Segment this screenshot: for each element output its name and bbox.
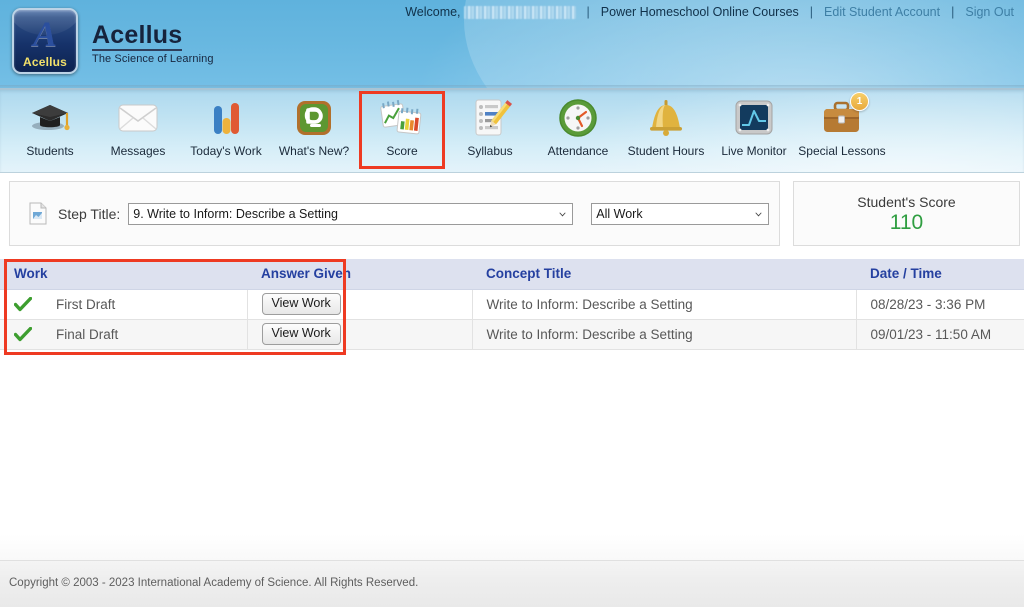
cell-work: Final Draft bbox=[0, 319, 247, 350]
content-area: Step Title: 9. Write to Inform: Describe… bbox=[0, 173, 1024, 355]
clock-icon bbox=[555, 95, 601, 141]
nav-item-score[interactable]: Score bbox=[358, 90, 446, 172]
work-name: Final Draft bbox=[56, 326, 119, 342]
cell-date-time: 09/01/23 - 11:50 AM bbox=[855, 319, 1024, 350]
work-cell-inner: Final Draft bbox=[0, 326, 247, 342]
work-table-body: First Draft View Work Write to Inform: D… bbox=[0, 289, 1024, 350]
step-title-select-shell: 9. Write to Inform: Describe a Setting bbox=[128, 202, 574, 225]
page-root: A Acellus Acellus The Science of Learnin… bbox=[0, 0, 1024, 607]
acellus-logo[interactable]: A Acellus Acellus The Science of Learnin… bbox=[12, 8, 214, 74]
work-name: First Draft bbox=[56, 296, 116, 312]
score-charts-icon bbox=[379, 95, 425, 141]
work-filter-select[interactable]: All Work bbox=[591, 202, 770, 225]
monitor-graph-icon bbox=[731, 95, 777, 141]
work-table-wrapper: Work Answer Given Concept Title Date / T… bbox=[0, 259, 1024, 355]
view-work-button[interactable]: View Work bbox=[261, 293, 341, 315]
link-power-homeschool-online-courses[interactable]: Power Homeschool Online Courses bbox=[601, 5, 799, 19]
work-table: Work Answer Given Concept Title Date / T… bbox=[0, 259, 1024, 350]
student-score-value: 110 bbox=[889, 210, 924, 234]
student-score-card: Student's Score 110 bbox=[793, 181, 1020, 246]
nav-label: Today's Work bbox=[190, 144, 262, 158]
column-header-work[interactable]: Work bbox=[0, 259, 247, 290]
top-nav-links: Welcome, | Power Homeschool Online Cours… bbox=[405, 5, 1014, 19]
column-header-concept-title[interactable]: Concept Title bbox=[472, 259, 856, 290]
nav-item-todays-work[interactable]: Today's Work bbox=[182, 90, 270, 172]
column-header-answer-given[interactable]: Answer Given bbox=[247, 259, 472, 290]
work-filter-select-shell: All Work bbox=[591, 202, 770, 225]
special-lessons-badge: 1 bbox=[850, 92, 869, 111]
work-table-head: Work Answer Given Concept Title Date / T… bbox=[0, 259, 1024, 290]
document-icon bbox=[28, 202, 48, 225]
welcome-prefix: Welcome, bbox=[405, 5, 461, 19]
welcome-student-name-redacted bbox=[463, 5, 576, 19]
logo-title: Acellus bbox=[92, 20, 183, 51]
nav-label: Syllabus bbox=[467, 144, 513, 158]
site-header: A Acellus Acellus The Science of Learnin… bbox=[0, 0, 1024, 90]
nav-label: Score bbox=[386, 144, 418, 158]
nav-label: Attendance bbox=[547, 144, 609, 158]
nav-item-whats-new[interactable]: What's New? bbox=[270, 90, 358, 172]
cell-work: First Draft bbox=[0, 289, 247, 320]
cell-answer-given: View Work bbox=[246, 319, 472, 350]
logo-badge-word: Acellus bbox=[22, 55, 68, 69]
link-separator: | bbox=[809, 5, 814, 19]
nav-label: Messages bbox=[110, 144, 166, 158]
logo-text-block: Acellus The Science of Learning bbox=[92, 18, 214, 65]
nav-label: Live Monitor bbox=[721, 144, 787, 158]
link-sign-out[interactable]: Sign Out bbox=[965, 5, 1014, 19]
cell-answer-given: View Work bbox=[246, 289, 472, 320]
table-row: Final Draft View Work Write to Inform: D… bbox=[0, 319, 1024, 350]
view-work-button[interactable]: View Work bbox=[261, 323, 341, 345]
cell-concept-title: Write to Inform: Describe a Setting bbox=[471, 289, 856, 320]
step-title-panel: Step Title: 9. Write to Inform: Describe… bbox=[9, 181, 780, 246]
nav-item-live-monitor[interactable]: Live Monitor bbox=[710, 90, 798, 172]
copyright-text: Copyright © 2003 - 2023 International Ac… bbox=[9, 577, 419, 589]
nav-item-special-lessons[interactable]: 1 Special Lessons bbox=[798, 90, 886, 172]
nav-label: Student Hours bbox=[627, 144, 705, 158]
nav-item-syllabus[interactable]: Syllabus bbox=[446, 90, 534, 172]
link-edit-student-account[interactable]: Edit Student Account bbox=[824, 5, 940, 19]
column-header-date-time[interactable]: Date / Time bbox=[856, 259, 1024, 290]
nav-item-student-hours[interactable]: Student Hours bbox=[622, 90, 710, 172]
nav-label: What's New? bbox=[278, 144, 350, 158]
green-check-icon bbox=[14, 326, 40, 342]
logo-badge-letter: A bbox=[32, 14, 58, 54]
nav-item-attendance[interactable]: Attendance bbox=[534, 90, 622, 172]
step-title-select[interactable]: 9. Write to Inform: Describe a Setting bbox=[128, 202, 574, 225]
nav-label: Students bbox=[26, 144, 74, 158]
toolbar-row: Step Title: 9. Write to Inform: Describe… bbox=[0, 173, 1024, 246]
main-icon-navbar: Students Messages Today's Work What's Ne… bbox=[0, 90, 1024, 173]
step-title-label: Step Title: bbox=[58, 205, 121, 222]
envelope-icon bbox=[115, 95, 161, 141]
link-separator: | bbox=[586, 5, 590, 19]
nav-item-messages[interactable]: Messages bbox=[94, 90, 182, 172]
bar-chart-icon bbox=[203, 95, 249, 141]
cell-concept-title: Write to Inform: Describe a Setting bbox=[471, 319, 856, 350]
nav-item-students[interactable]: Students bbox=[6, 90, 94, 172]
table-row: First Draft View Work Write to Inform: D… bbox=[0, 289, 1024, 320]
logo-subtitle: The Science of Learning bbox=[92, 52, 214, 65]
cell-date-time: 08/28/23 - 3:36 PM bbox=[855, 289, 1024, 320]
graduation-cap-icon bbox=[27, 95, 73, 141]
nav-label: Special Lessons bbox=[798, 144, 886, 158]
link-separator: | bbox=[951, 5, 955, 19]
briefcase-icon: 1 bbox=[819, 92, 869, 141]
table-header-row: Work Answer Given Concept Title Date / T… bbox=[0, 259, 1024, 290]
bell-icon bbox=[643, 95, 689, 141]
logo-badge-icon: A Acellus bbox=[12, 8, 78, 74]
nav-items-container: Students Messages Today's Work What's Ne… bbox=[0, 90, 1024, 172]
clipboard-pencil-icon bbox=[467, 95, 513, 141]
site-footer: Copyright © 2003 - 2023 International Ac… bbox=[0, 560, 1024, 607]
work-cell-inner: First Draft bbox=[0, 296, 247, 312]
blogger-b-icon bbox=[291, 95, 337, 141]
green-check-icon bbox=[14, 296, 40, 312]
student-score-caption: Student's Score bbox=[857, 193, 956, 210]
